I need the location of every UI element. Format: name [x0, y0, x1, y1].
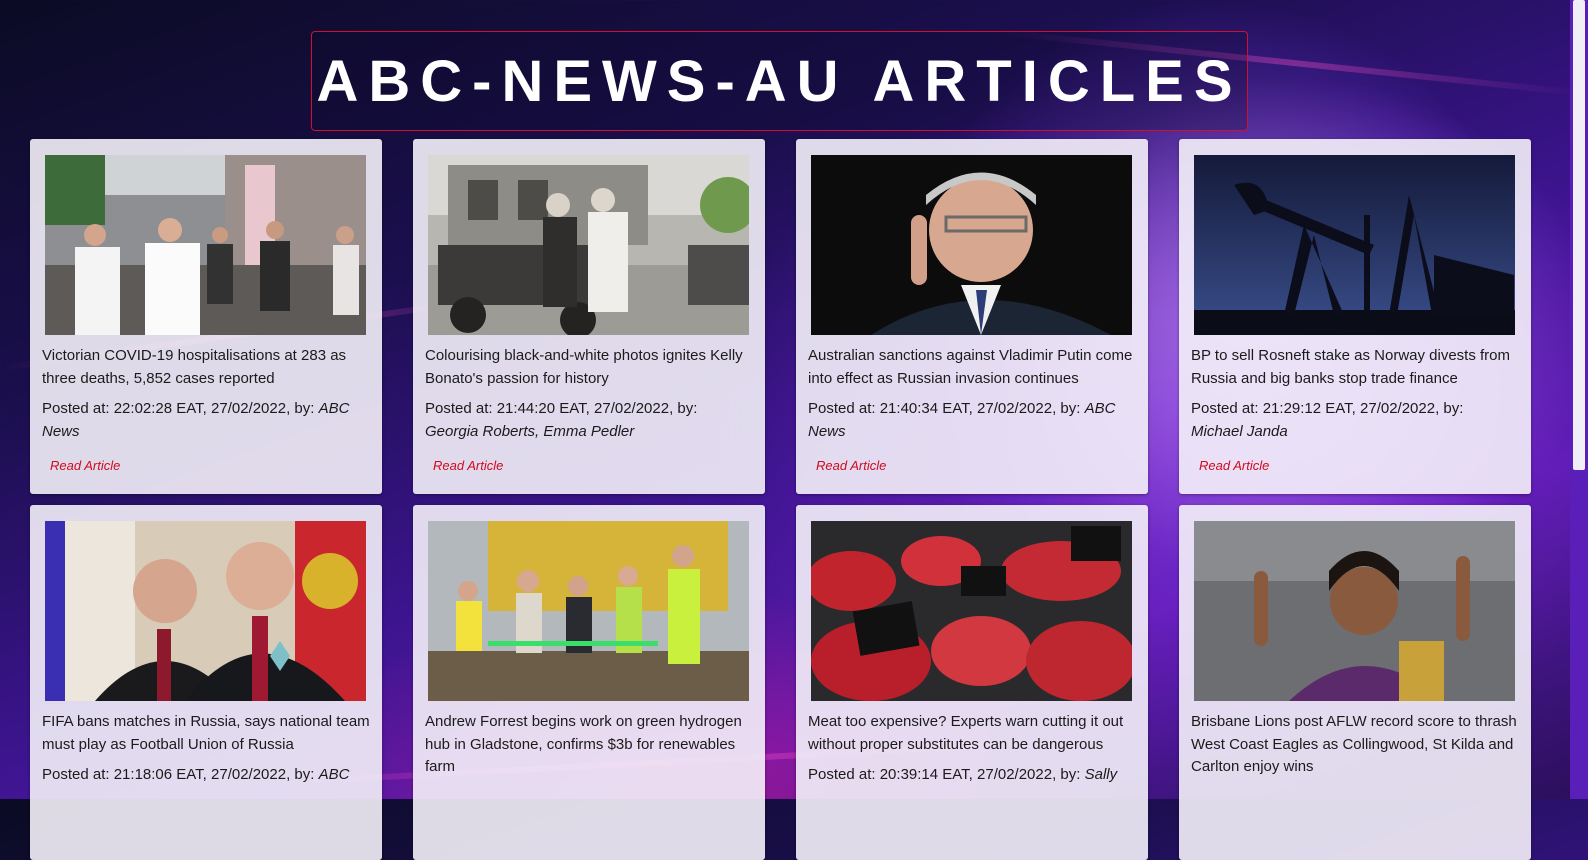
article-text: FIFA bans matches in Russia, says nation… [42, 711, 370, 787]
article-image[interactable] [45, 521, 366, 701]
article-image[interactable] [1194, 521, 1515, 701]
page-title-box: ABC-NEWS-AU ARTICLES [311, 31, 1248, 131]
article-text: Victorian COVID-19 hospitalisations at 2… [42, 345, 370, 478]
scrollbar-thumb[interactable] [1573, 0, 1585, 470]
article-meta: Posted at: 21:44:20 EAT, 27/02/2022, by:… [425, 398, 753, 443]
article-image[interactable] [45, 155, 366, 335]
article-image[interactable] [811, 155, 1132, 335]
article-meta: Posted at: 21:40:34 EAT, 27/02/2022, by:… [808, 398, 1136, 443]
by-label: , by: [1435, 400, 1464, 417]
article-headline: Victorian COVID-19 hospitalisations at 2… [42, 347, 347, 387]
posted-at-label: Posted at: [425, 400, 493, 417]
read-article-link[interactable]: Read Article [433, 455, 503, 478]
by-label: , by: [669, 400, 698, 417]
article-text: Andrew Forrest begins work on green hydr… [425, 711, 753, 779]
article-author: Michael Janda [1191, 422, 1288, 440]
article-author: ABC [318, 766, 350, 783]
article-meta: Posted at: 21:29:12 EAT, 27/02/2022, by:… [1191, 398, 1519, 443]
by-label: , by: [286, 766, 315, 783]
by-label: , by: [286, 400, 315, 417]
by-label: , by: [1052, 400, 1081, 417]
article-image[interactable] [428, 155, 749, 335]
article-text: BP to sell Rosneft stake as Norway dives… [1191, 345, 1519, 478]
article-card: Andrew Forrest begins work on green hydr… [413, 505, 765, 860]
article-card: FIFA bans matches in Russia, says nation… [30, 505, 382, 860]
article-meta: Posted at: 22:02:28 EAT, 27/02/2022, by:… [42, 398, 370, 443]
posted-time: 21:29:12 EAT, 27/02/2022 [1262, 400, 1436, 417]
article-card: Meat too expensive? Experts warn cutting… [796, 505, 1148, 860]
read-article-link[interactable]: Read Article [816, 455, 886, 478]
article-meta: Posted at: 20:39:14 EAT, 27/02/2022, by:… [808, 764, 1136, 787]
article-headline: FIFA bans matches in Russia, says nation… [42, 713, 370, 753]
article-author: Sally [1084, 766, 1118, 783]
scrollbar-track[interactable] [1570, 0, 1588, 799]
posted-time: 20:39:14 EAT, 27/02/2022 [879, 766, 1053, 783]
article-headline: Meat too expensive? Experts warn cutting… [808, 713, 1124, 753]
article-headline: Australian sanctions against Vladimir Pu… [808, 347, 1133, 387]
article-text: Australian sanctions against Vladimir Pu… [808, 345, 1136, 478]
posted-at-label: Posted at: [1191, 400, 1259, 417]
read-article-link[interactable]: Read Article [1199, 455, 1269, 478]
article-headline: Brisbane Lions post AFLW record score to… [1191, 713, 1517, 775]
article-image[interactable] [811, 521, 1132, 701]
posted-time: 21:44:20 EAT, 27/02/2022 [496, 400, 670, 417]
article-headline: BP to sell Rosneft stake as Norway dives… [1191, 347, 1511, 387]
article-card: Brisbane Lions post AFLW record score to… [1179, 505, 1531, 860]
article-card: Colourising black-and-white photos ignit… [413, 139, 765, 494]
article-card: Victorian COVID-19 hospitalisations at 2… [30, 139, 382, 494]
article-text: Meat too expensive? Experts warn cutting… [808, 711, 1136, 787]
posted-at-label: Posted at: [808, 400, 876, 417]
article-text: Brisbane Lions post AFLW record score to… [1191, 711, 1519, 779]
article-image[interactable] [428, 521, 749, 701]
posted-time: 21:18:06 EAT, 27/02/2022 [113, 766, 287, 783]
article-image[interactable] [1194, 155, 1515, 335]
article-meta: Posted at: 21:18:06 EAT, 27/02/2022, by:… [42, 764, 370, 787]
posted-time: 21:40:34 EAT, 27/02/2022 [879, 400, 1053, 417]
posted-time: 22:02:28 EAT, 27/02/2022 [113, 400, 287, 417]
article-text: Colourising black-and-white photos ignit… [425, 345, 753, 478]
posted-at-label: Posted at: [808, 766, 876, 783]
article-headline: Andrew Forrest begins work on green hydr… [425, 713, 742, 775]
by-label: , by: [1052, 766, 1081, 783]
posted-at-label: Posted at: [42, 766, 110, 783]
article-author: Georgia Roberts, Emma Pedler [425, 422, 635, 440]
article-headline: Colourising black-and-white photos ignit… [425, 347, 743, 387]
page-title: ABC-NEWS-AU ARTICLES [316, 48, 1243, 114]
posted-at-label: Posted at: [42, 400, 110, 417]
article-card: BP to sell Rosneft stake as Norway dives… [1179, 139, 1531, 494]
article-card: Australian sanctions against Vladimir Pu… [796, 139, 1148, 494]
read-article-link[interactable]: Read Article [50, 455, 120, 478]
